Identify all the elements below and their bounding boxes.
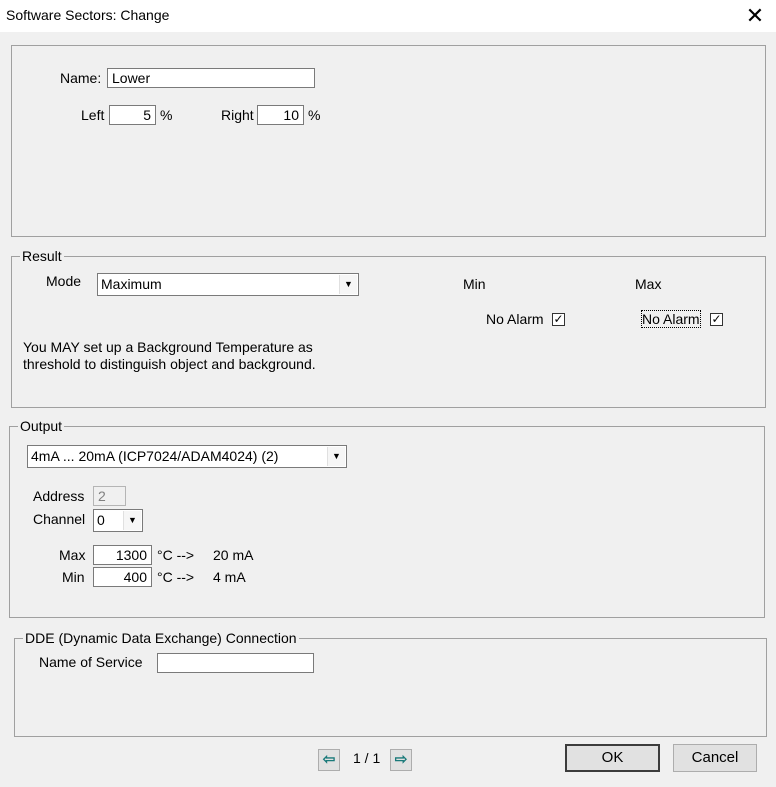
- address-label: Address: [33, 488, 85, 504]
- next-page-button[interactable]: ⇨: [390, 749, 412, 771]
- left-field[interactable]: 5: [109, 105, 156, 125]
- arrow-left-icon: ⇦: [322, 751, 336, 768]
- output-min-arrow: °C -->: [157, 569, 195, 585]
- dde-group: [14, 638, 767, 737]
- output-max-target: 20 mA: [213, 547, 254, 563]
- close-icon[interactable]: ✕: [742, 2, 768, 30]
- service-field[interactable]: [157, 653, 314, 673]
- min-alarm-label: No Alarm: [486, 311, 544, 327]
- right-field[interactable]: 10: [257, 105, 304, 125]
- cancel-button[interactable]: Cancel: [673, 744, 757, 772]
- right-label: Right: [221, 107, 254, 123]
- max-heading: Max: [635, 276, 662, 292]
- output-min-field[interactable]: 400: [93, 567, 152, 587]
- left-unit: %: [160, 107, 173, 123]
- output-type-value: 4mA ... 20mA (ICP7024/ADAM4024) (2): [31, 448, 279, 464]
- prev-page-button[interactable]: ⇦: [318, 749, 340, 771]
- chevron-down-icon[interactable]: ▼: [327, 447, 345, 466]
- page-indicator: 1 / 1: [353, 750, 381, 766]
- chevron-down-icon[interactable]: ▼: [123, 511, 141, 530]
- channel-value: 0: [97, 512, 105, 528]
- note-line-1: You MAY set up a Background Temperature …: [23, 339, 313, 355]
- output-legend: Output: [18, 418, 65, 434]
- min-alarm-checkbox[interactable]: ✓: [552, 313, 565, 326]
- note-line-2: threshold to distinguish object and back…: [23, 356, 316, 372]
- result-legend: Result: [20, 248, 64, 264]
- left-label: Left: [81, 107, 105, 123]
- mode-select[interactable]: Maximum ▼: [97, 273, 359, 296]
- name-label: Name:: [60, 70, 102, 86]
- arrow-right-icon: ⇨: [394, 751, 408, 768]
- window-title: Software Sectors: Change: [6, 7, 170, 23]
- output-min-target: 4 mA: [213, 569, 246, 585]
- name-field[interactable]: Lower: [107, 68, 315, 88]
- mode-value: Maximum: [101, 276, 162, 292]
- dde-legend: DDE (Dynamic Data Exchange) Connection: [23, 630, 299, 646]
- channel-label: Channel: [33, 511, 86, 527]
- max-alarm-label: No Alarm: [641, 310, 701, 328]
- address-field: 2: [93, 486, 126, 506]
- output-type-select[interactable]: 4mA ... 20mA (ICP7024/ADAM4024) (2) ▼: [27, 445, 347, 468]
- chevron-down-icon[interactable]: ▼: [339, 275, 357, 294]
- min-heading: Min: [463, 276, 486, 292]
- max-alarm-checkbox[interactable]: ✓: [710, 313, 723, 326]
- mode-label: Mode: [46, 273, 82, 289]
- ok-button[interactable]: OK: [565, 744, 660, 772]
- output-max-field[interactable]: 1300: [93, 545, 152, 565]
- channel-select[interactable]: 0 ▼: [93, 509, 143, 532]
- right-unit: %: [308, 107, 321, 123]
- output-max-arrow: °C -->: [157, 547, 195, 563]
- service-label: Name of Service: [39, 654, 143, 670]
- output-min-label: Min: [62, 569, 85, 585]
- output-max-label: Max: [59, 547, 86, 563]
